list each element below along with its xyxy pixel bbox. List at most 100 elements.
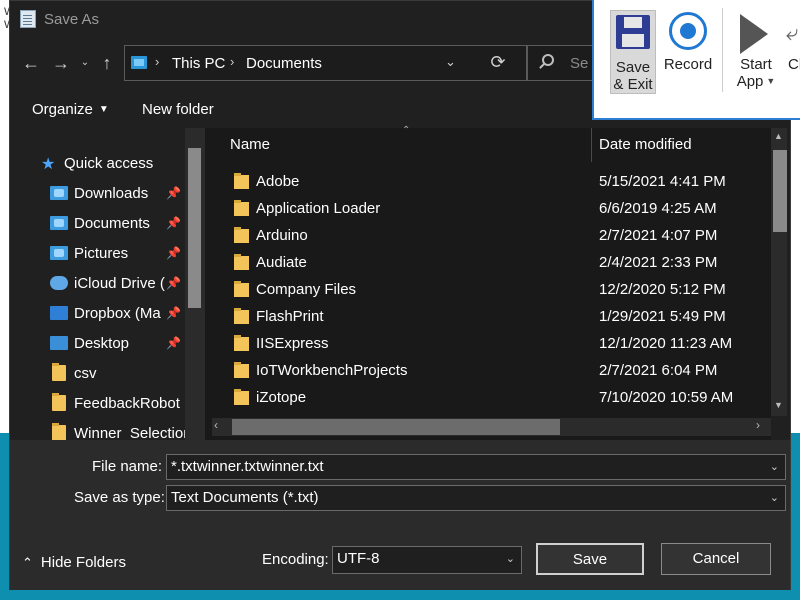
file-date: 12/1/2020 11:23 AM xyxy=(599,335,733,352)
scroll-down-icon[interactable]: ▼ xyxy=(774,400,783,410)
save-options-panel: File name: *.txtwinner.txtwinner.txt ⌄ S… xyxy=(10,440,790,590)
folder-icon xyxy=(52,423,66,440)
organize-button[interactable]: Organize ▼ xyxy=(32,101,109,118)
folder-icon xyxy=(234,254,249,270)
this-pc-icon xyxy=(131,56,147,69)
folder-icon xyxy=(234,362,249,378)
start-app-label: Start App ▼ xyxy=(730,56,782,90)
chevron-up-icon: ⌃ xyxy=(22,555,33,570)
cancel-button[interactable]: Cancel xyxy=(661,543,771,575)
file-row[interactable]: IoTWorkbenchProjects 2/7/2021 6:04 PM xyxy=(205,358,765,385)
record-button[interactable]: Record xyxy=(660,10,716,94)
file-row[interactable]: FlashPrint 1/29/2021 5:49 PM xyxy=(205,304,765,331)
up-arrow-icon[interactable]: ↑ xyxy=(94,49,120,77)
save-exit-label: Save & Exit xyxy=(611,59,655,93)
sidebar-item-label: iCloud Drive ( xyxy=(74,275,165,292)
save-as-type-select[interactable]: Text Documents (*.txt) ⌄ xyxy=(166,485,786,511)
file-date: 7/10/2020 10:59 AM xyxy=(599,389,734,406)
scroll-left-icon[interactable]: ‹ xyxy=(214,418,218,432)
sidebar-item-quick-access[interactable]: ★ Quick access xyxy=(18,149,188,179)
breadcrumb-this-pc[interactable]: This PC xyxy=(172,55,225,72)
file-name-value: *.txtwinner.txtwinner.txt xyxy=(171,458,324,475)
column-header-date-modified[interactable]: Date modified xyxy=(599,136,692,153)
pin-icon: 📌 xyxy=(166,306,181,320)
file-row[interactable]: Adobe 5/15/2021 4:41 PM xyxy=(205,169,765,196)
sidebar-item-label: Downloads xyxy=(74,185,149,202)
chevron-down-icon[interactable]: ⌄ xyxy=(770,455,779,479)
sidebar-item-label: csv xyxy=(74,365,97,382)
start-label-line1: Start xyxy=(740,56,772,73)
start-app-button[interactable]: Start App ▼ xyxy=(730,10,782,94)
file-row[interactable]: IISExpress 12/1/2020 11:23 AM xyxy=(205,331,765,358)
save-exit-label-line1: Save xyxy=(615,59,651,76)
sidebar-item-dropbox[interactable]: Dropbox (Ma 📌 xyxy=(18,299,188,329)
file-name: Arduino xyxy=(256,227,308,244)
sidebar-item-icloud-drive[interactable]: iCloud Drive ( 📌 xyxy=(18,269,188,299)
navigation-pane-scrollbar-thumb[interactable] xyxy=(188,148,201,308)
column-divider[interactable] xyxy=(591,128,592,162)
sort-ascending-icon: ⌃ xyxy=(402,125,411,136)
address-bar[interactable]: › This PC › Documents ⌄ xyxy=(124,45,527,81)
file-list-horizontal-scrollbar-thumb[interactable] xyxy=(232,419,560,435)
folder-icon xyxy=(234,308,249,324)
icloud-icon xyxy=(50,276,68,290)
floppy-disk-icon xyxy=(616,15,650,49)
clip-button[interactable]: ⤶ Cl xyxy=(786,10,800,94)
dropbox-icon xyxy=(50,306,68,320)
save-as-type-value: Text Documents (*.txt) xyxy=(171,489,319,506)
file-list: ⌃ Name Date modified Adobe 5/15/2021 4:4… xyxy=(205,125,771,440)
file-list-vertical-scrollbar-thumb[interactable] xyxy=(773,150,787,232)
new-folder-button[interactable]: New folder xyxy=(142,101,214,118)
file-row[interactable]: Arduino 2/7/2021 4:07 PM xyxy=(205,223,765,250)
file-row[interactable]: Application Loader 6/6/2019 4:25 AM xyxy=(205,196,765,223)
pin-icon: 📌 xyxy=(166,336,181,350)
breadcrumb-separator-icon[interactable]: › xyxy=(155,54,159,69)
folder-icon xyxy=(52,363,66,381)
encoding-select[interactable]: UTF-8 ⌄ xyxy=(332,546,522,574)
pin-icon: 📌 xyxy=(166,216,181,230)
sidebar-item-downloads[interactable]: Downloads 📌 xyxy=(18,179,188,209)
sidebar-item-desktop[interactable]: Desktop 📌 xyxy=(18,329,188,359)
recorder-toolbar: Save& Exit Record StartApp▼ ⤶ Cl xyxy=(592,0,800,120)
file-date: 2/7/2021 4:07 PM xyxy=(599,227,718,244)
scroll-right-icon[interactable]: › xyxy=(756,418,760,432)
save-and-exit-button[interactable]: Save & Exit xyxy=(610,10,656,94)
file-name: Application Loader xyxy=(256,200,381,217)
navigation-pane: ★ Quick access Downloads 📌 Documents 📌 P… xyxy=(18,128,196,440)
search-input[interactable]: Se xyxy=(570,55,588,72)
scroll-up-icon[interactable]: ▲ xyxy=(774,131,783,141)
search-icon xyxy=(542,54,554,66)
chevron-down-icon: ▼ xyxy=(766,76,776,86)
sidebar-item-label: Winner_Selection xyxy=(74,425,192,440)
file-row[interactable]: iZotope 7/10/2020 10:59 AM xyxy=(205,385,765,412)
file-name: Adobe xyxy=(256,173,300,190)
breadcrumb-documents[interactable]: Documents xyxy=(246,55,322,72)
file-row[interactable]: Company Files 12/2/2020 5:12 PM xyxy=(205,277,765,304)
back-arrow-icon[interactable]: ← xyxy=(18,49,44,77)
sidebar-item-csv[interactable]: csv xyxy=(18,359,188,389)
sidebar-item-feedbackrobot[interactable]: FeedbackRobot xyxy=(18,389,188,419)
column-header-name[interactable]: Name xyxy=(230,136,270,153)
sidebar-item-label: Quick access xyxy=(64,155,154,172)
sidebar-item-pictures[interactable]: Pictures 📌 xyxy=(18,239,188,269)
breadcrumb-separator-icon[interactable]: › xyxy=(230,54,234,69)
sidebar-item-winner-selection[interactable]: Winner_Selection xyxy=(18,419,192,440)
sidebar-item-label: Dropbox (Ma xyxy=(74,305,161,322)
chevron-down-icon[interactable]: ⌄ xyxy=(506,547,515,571)
folder-icon xyxy=(52,393,66,411)
hide-folders-button[interactable]: ⌃ Hide Folders xyxy=(22,554,126,571)
save-button[interactable]: Save xyxy=(536,543,644,575)
forward-arrow-icon[interactable]: → xyxy=(48,49,74,77)
file-row[interactable]: Audiate 2/4/2021 2:33 PM xyxy=(205,250,765,277)
file-date: 1/29/2021 5:49 PM xyxy=(599,308,726,325)
file-date: 6/6/2019 4:25 AM xyxy=(599,200,717,217)
star-icon: ★ xyxy=(41,156,56,173)
sidebar-item-label: Documents xyxy=(74,215,150,232)
file-name: IISExpress xyxy=(256,335,329,352)
toolbar-divider xyxy=(722,8,723,92)
file-name-field[interactable]: *.txtwinner.txtwinner.txt ⌄ xyxy=(166,454,786,480)
sidebar-item-documents[interactable]: Documents 📌 xyxy=(18,209,188,239)
refresh-icon[interactable]: ⟳ xyxy=(481,47,515,77)
chevron-down-icon[interactable]: ⌄ xyxy=(770,486,779,510)
address-dropdown-chevron-icon[interactable]: ⌄ xyxy=(445,54,456,70)
